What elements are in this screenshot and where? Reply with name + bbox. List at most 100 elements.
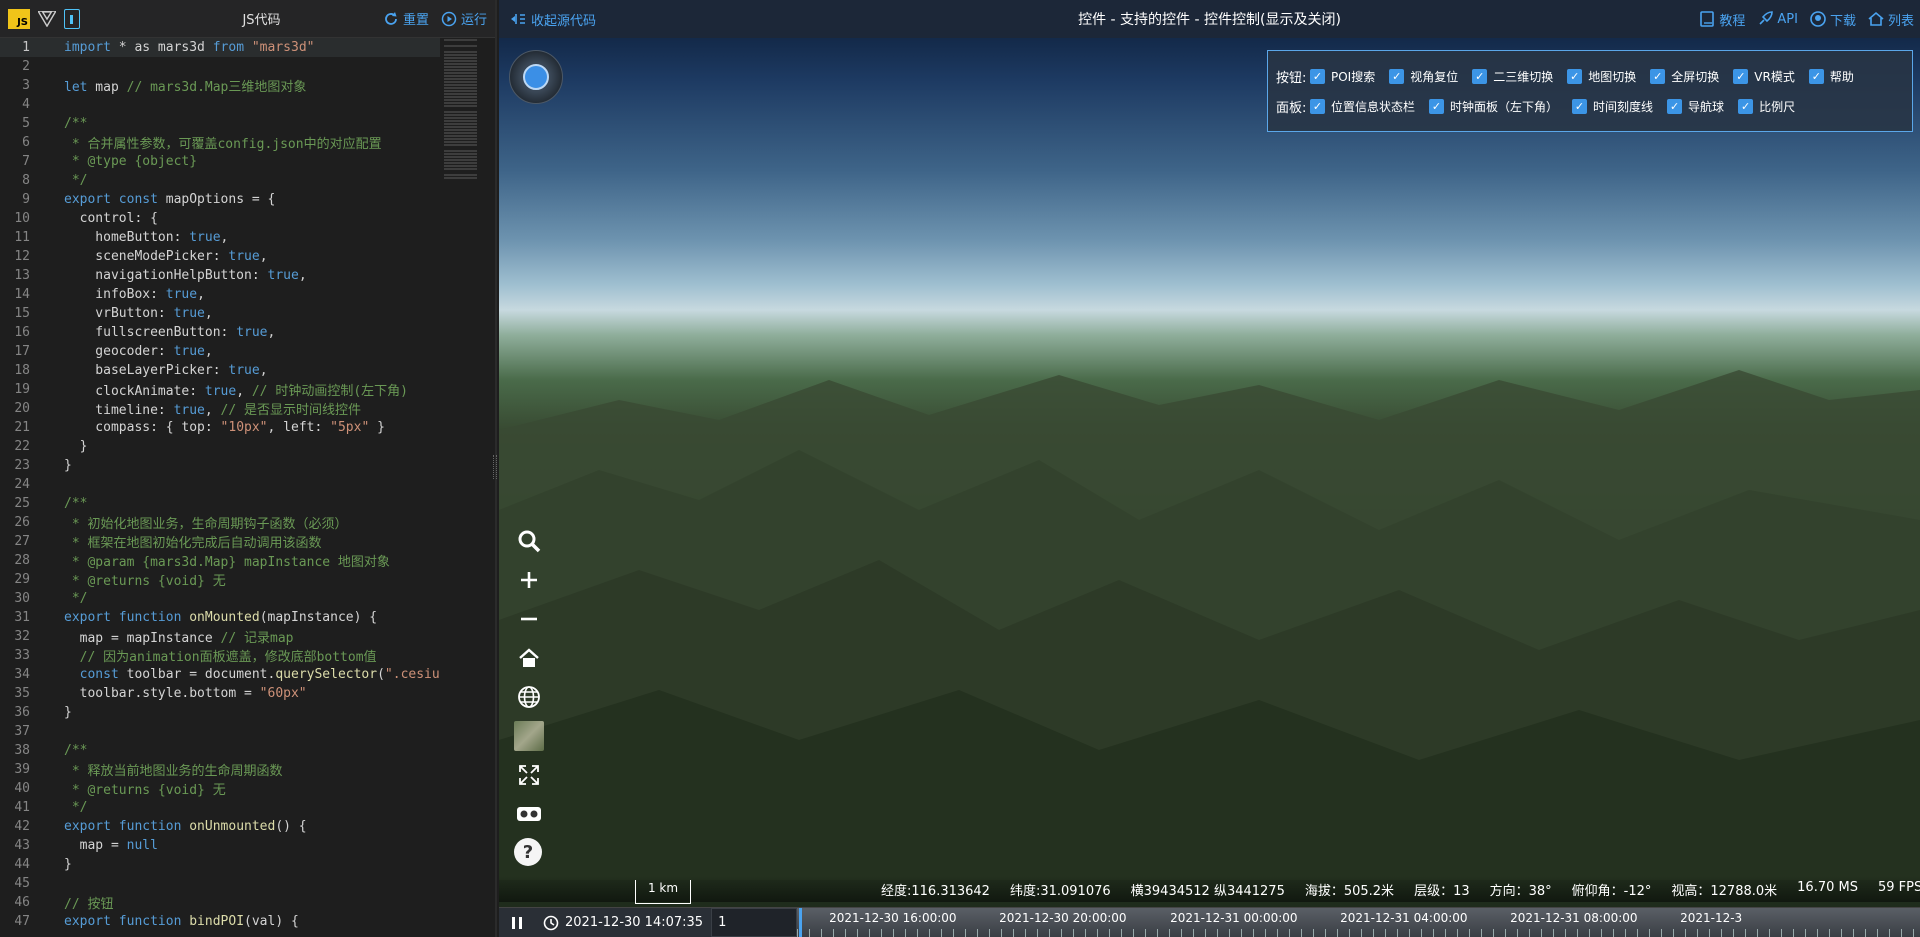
pause-button[interactable] (499, 908, 535, 937)
toggle-item[interactable]: ✓ 比例尺 (1738, 98, 1795, 115)
code-line[interactable]: 25 /** (0, 494, 440, 513)
code-line[interactable]: 39 * 释放当前地图业务的生命周期函数 (0, 760, 440, 779)
code-line[interactable]: 47 export function bindPOI(val) { (0, 912, 440, 931)
speed-multiplier-input[interactable]: 1 (711, 908, 798, 937)
code-line[interactable]: 2 (0, 57, 440, 76)
code-line[interactable]: 11 homeButton: true, (0, 228, 440, 247)
code-line[interactable]: 1 import * as mars3d from "mars3d" (0, 38, 440, 57)
code-line[interactable]: 8 */ (0, 171, 440, 190)
navigation-compass[interactable] (509, 50, 563, 104)
checkbox-checked-icon[interactable]: ✓ (1808, 68, 1824, 84)
code-line[interactable]: 6 * 合并属性参数，可覆盖config.json中的对应配置 (0, 133, 440, 152)
code-line[interactable]: 31 export function onMounted(mapInstance)… (0, 608, 440, 627)
fullscreen-button[interactable] (514, 760, 544, 790)
code-line[interactable]: 46 // 按钮 (0, 893, 440, 912)
toggle-item[interactable]: ✓ 位置信息状态栏 (1310, 98, 1415, 115)
code-line[interactable]: 40 * @returns {void} 无 (0, 779, 440, 798)
code-line[interactable]: 33 // 因为animation面板遮盖，修改底部bottom值 (0, 646, 440, 665)
checkbox-checked-icon[interactable]: ✓ (1572, 98, 1588, 114)
code-line[interactable]: 27 * 框架在地图初始化完成后自动调用该函数 (0, 532, 440, 551)
toggle-item[interactable]: ✓ 帮助 (1808, 68, 1854, 85)
code-line[interactable]: 5 /** (0, 114, 440, 133)
code-line[interactable]: 9 export const mapOptions = { (0, 190, 440, 209)
toggle-item[interactable]: ✓ POI搜索 (1310, 68, 1375, 85)
checkbox-checked-icon[interactable]: ✓ (1429, 98, 1445, 114)
js-tab-icon[interactable]: JS (8, 8, 30, 29)
code-line[interactable]: 36} (0, 703, 440, 722)
code-line[interactable]: 41 */ (0, 798, 440, 817)
code-line[interactable]: 44} (0, 855, 440, 874)
code-line[interactable]: 37 (0, 722, 440, 741)
code-line[interactable]: 17 geocoder: true, (0, 342, 440, 361)
code-line[interactable]: 30 */ (0, 589, 440, 608)
code-line[interactable]: 32 map = mapInstance // 记录map (0, 627, 440, 646)
code-line[interactable]: 20 timeline: true, // 是否显示时间线控件 (0, 399, 440, 418)
code-line[interactable]: 42 export function onUnmounted() { (0, 817, 440, 836)
checkbox-checked-icon[interactable]: ✓ (1667, 98, 1683, 114)
code-line[interactable]: 26 * 初始化地图业务，生命周期钩子函数（必须） (0, 513, 440, 532)
toggle-item[interactable]: ✓ 时钟面板（左下角） (1429, 98, 1558, 115)
download-link[interactable]: 下载 (1810, 10, 1856, 29)
list-link[interactable]: 列表 (1868, 10, 1914, 29)
code-line[interactable]: 22 } (0, 437, 440, 456)
code-line[interactable]: 15 vrButton: true, (0, 304, 440, 323)
code-line[interactable]: 21 compass: { top: "10px", left: "5px" } (0, 418, 440, 437)
help-button[interactable]: ? (514, 838, 542, 866)
reset-button[interactable]: 重置 (383, 9, 429, 28)
code-line[interactable]: 3 let map // mars3d.Map三维地图对象 (0, 76, 440, 95)
timeline-needle[interactable] (799, 908, 803, 937)
checkbox-checked-icon[interactable]: ✓ (1472, 68, 1488, 84)
zoom-out-button[interactable] (514, 604, 544, 634)
checkbox-checked-icon[interactable]: ✓ (1650, 68, 1666, 84)
toggle-item[interactable]: ✓ 时间刻度线 (1572, 98, 1653, 115)
code-minimap[interactable] (440, 38, 495, 258)
code-line[interactable]: 45 (0, 874, 440, 893)
scene-mode-button[interactable] (514, 682, 544, 712)
poi-search-button[interactable] (514, 526, 544, 556)
checkbox-checked-icon[interactable]: ✓ (1733, 68, 1749, 84)
base-layer-picker-button[interactable] (514, 721, 544, 751)
code-line[interactable]: 10 control: { (0, 209, 440, 228)
code-line[interactable]: 19 clockAnimate: true, // 时钟动画控制(左下角) (0, 380, 440, 399)
zoom-in-button[interactable] (514, 565, 544, 595)
code-line[interactable]: 18 baseLayerPicker: true, (0, 361, 440, 380)
api-link[interactable]: API (1757, 10, 1798, 29)
run-button[interactable]: 运行 (441, 9, 487, 28)
compass-center-icon[interactable] (523, 64, 549, 90)
code-line[interactable]: 14 infoBox: true, (0, 285, 440, 304)
code-line[interactable]: 12 sceneModePicker: true, (0, 247, 440, 266)
vr-mode-button[interactable] (514, 799, 544, 829)
checkbox-checked-icon[interactable]: ✓ (1738, 98, 1754, 114)
checkbox-checked-icon[interactable]: ✓ (1310, 98, 1325, 114)
checkbox-checked-icon[interactable]: ✓ (1567, 68, 1583, 84)
code-area[interactable]: 1 import * as mars3d from "mars3d" 2 3 let m… (0, 38, 440, 937)
toggle-item[interactable]: ✓ 视角复位 (1389, 68, 1458, 85)
pane-splitter-handle[interactable] (493, 455, 497, 479)
info-file-icon[interactable] (64, 8, 80, 29)
checkbox-checked-icon[interactable]: ✓ (1310, 68, 1325, 84)
code-line[interactable]: 38 /** (0, 741, 440, 760)
timeline-track[interactable]: 2021-12-30 16:00:00 2021-12-30 20:00:00 20… (797, 908, 1920, 937)
toggle-item[interactable]: ✓ VR模式 (1733, 68, 1795, 85)
checkbox-checked-icon[interactable]: ✓ (1389, 68, 1405, 84)
toggle-item[interactable]: ✓ 地图切换 (1567, 68, 1636, 85)
code-line[interactable]: 28 * @param {mars3d.Map} mapInstance 地图对… (0, 551, 440, 570)
toggle-item[interactable]: ✓ 全屏切换 (1650, 68, 1719, 85)
code-line[interactable]: 35 toolbar.style.bottom = "60px" (0, 684, 440, 703)
vue-tab-icon[interactable] (38, 10, 56, 27)
map-viewer[interactable]: 收起源代码 控件 - 支持的控件 - 控件控制(显示及关闭) 教程 API 下载 (499, 0, 1920, 937)
toggle-item[interactable]: ✓ 导航球 (1667, 98, 1724, 115)
code-line[interactable]: 24 (0, 475, 440, 494)
code-line[interactable]: 13 navigationHelpButton: true, (0, 266, 440, 285)
code-line[interactable]: 4 (0, 95, 440, 114)
code-line[interactable]: 7 * @type {object} (0, 152, 440, 171)
code-line[interactable]: 34 const toolbar = document.querySelecto… (0, 665, 440, 684)
code-line[interactable]: 23} (0, 456, 440, 475)
toggle-item[interactable]: ✓ 二三维切换 (1472, 68, 1553, 85)
clock-display[interactable]: 2021-12-30 14:07:35 (535, 908, 711, 937)
collapse-source-button[interactable]: 收起源代码 (511, 10, 596, 29)
tutorial-link[interactable]: 教程 (1699, 10, 1745, 29)
code-line[interactable]: 43 map = null (0, 836, 440, 855)
code-line[interactable]: 16 fullscreenButton: true, (0, 323, 440, 342)
code-line[interactable]: 29 * @returns {void} 无 (0, 570, 440, 589)
